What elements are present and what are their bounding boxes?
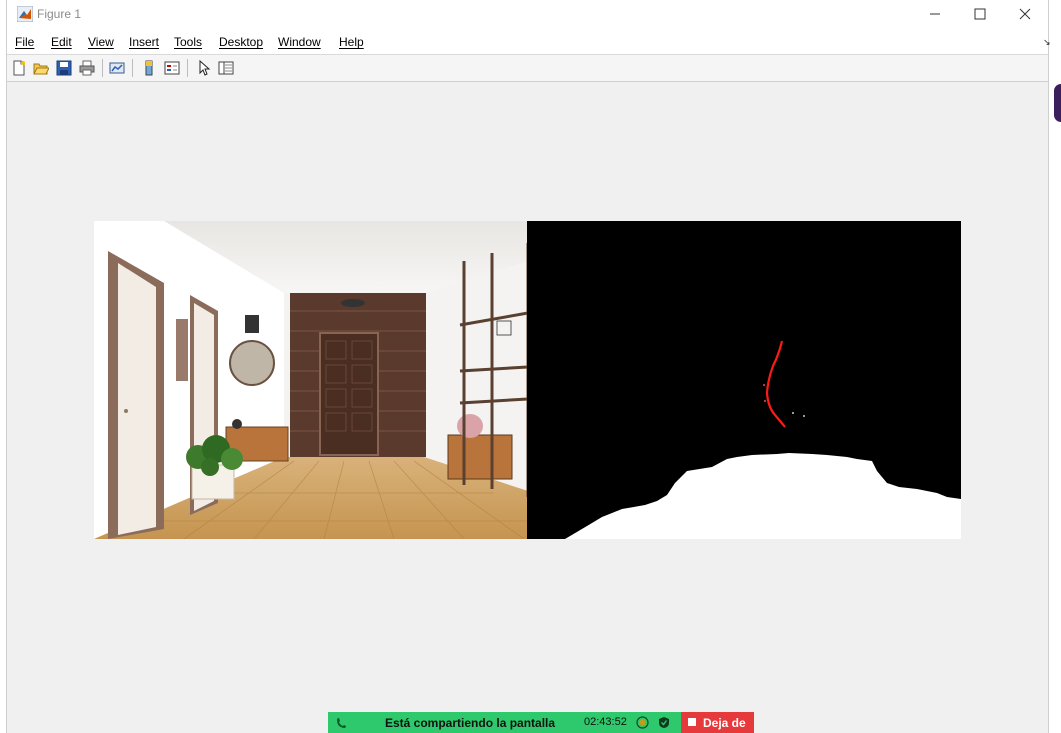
toolbar-separator: [102, 59, 103, 77]
insert-legend-icon: [164, 61, 180, 75]
link-plot-icon: [109, 62, 125, 74]
open-file-icon: [33, 63, 49, 75]
new-figure-icon: [13, 60, 25, 76]
window-title: Figure 1: [37, 7, 82, 21]
toolbar-separator: [132, 59, 133, 77]
maximize-button[interactable]: [957, 0, 1003, 28]
menu-help[interactable]: Help: [339, 35, 364, 49]
insert-legend-button[interactable]: [163, 59, 181, 77]
property-inspector-icon: [218, 61, 234, 75]
screen-share-bar: Está compartiendo la pantalla 02:43:52 D…: [328, 712, 754, 733]
menu-desktop[interactable]: Desktop: [219, 35, 263, 49]
hallway-photo: [94, 221, 528, 539]
figure-window: Figure 1 File Edit View Insert Tools Des…: [6, 0, 1051, 733]
insert-colorbar-icon: [145, 60, 153, 76]
minimize-button[interactable]: [912, 0, 958, 28]
print-icon: [79, 60, 95, 76]
menu-edit[interactable]: Edit: [51, 35, 72, 49]
security-shield-icon[interactable]: [658, 716, 670, 729]
share-timer: 02:43:52: [584, 716, 627, 728]
share-message: Está compartiendo la pantalla: [385, 716, 556, 730]
stop-sharing-button[interactable]: Deja de: [681, 712, 754, 733]
print-button[interactable]: [78, 59, 96, 77]
binary-mask: [527, 221, 961, 539]
menu-tools[interactable]: Tools: [174, 35, 202, 49]
matlab-logo-icon: [17, 6, 33, 22]
stop-sharing-label: Deja de: [703, 716, 746, 730]
figure-toolbar: [7, 55, 1048, 82]
save-button[interactable]: [55, 59, 73, 77]
menu-insert[interactable]: Insert: [129, 35, 159, 49]
edit-plot-button[interactable]: [195, 59, 213, 77]
link-plot-button[interactable]: [108, 59, 126, 77]
share-status-panel: Está compartiendo la pantalla 02:43:52: [328, 712, 681, 733]
save-icon: [56, 60, 72, 76]
open-file-button[interactable]: [32, 59, 50, 77]
dock-arrow-icon[interactable]: ↘: [1043, 37, 1051, 48]
close-button[interactable]: [1002, 0, 1048, 28]
phone-icon: [337, 718, 346, 728]
property-inspector-button[interactable]: [217, 59, 235, 77]
close-icon: [1019, 8, 1031, 20]
toolbar-separator: [187, 59, 188, 77]
menu-window[interactable]: Window: [278, 35, 321, 49]
menu-view[interactable]: View: [88, 35, 114, 49]
menu-bar: File Edit View Insert Tools Desktop Wind…: [7, 28, 1048, 55]
edit-plot-icon: [199, 60, 211, 76]
insert-colorbar-button[interactable]: [140, 59, 158, 77]
record-indicator-icon[interactable]: [636, 716, 649, 729]
minimize-icon: [930, 13, 940, 15]
title-bar: Figure 1: [7, 0, 1048, 28]
figure-axes: [94, 221, 961, 539]
stop-square-icon: [688, 718, 696, 726]
maximize-icon: [974, 8, 986, 20]
new-figure-button[interactable]: [10, 59, 28, 77]
avatar[interactable]: [1054, 84, 1061, 122]
menu-file[interactable]: File: [15, 35, 34, 49]
